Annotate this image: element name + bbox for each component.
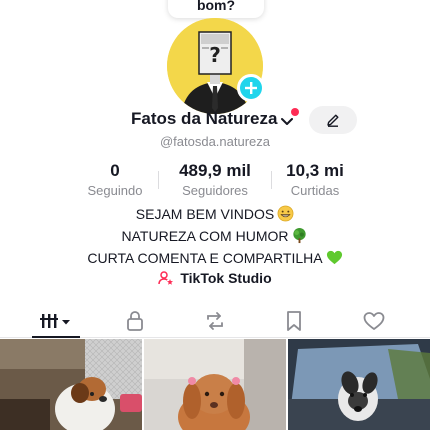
bio-line-1: SEJAM BEM VINDOS [0,205,430,227]
stat-following-value: 0 [110,161,120,180]
stat-likes[interactable]: 10,3 mi Curtidas [280,161,350,198]
stat-following-label: Seguindo [87,183,143,198]
green-heart-icon [326,249,343,271]
tab-videos[interactable] [34,308,78,334]
plus-icon [245,82,257,94]
chevron-down-icon[interactable] [281,114,293,132]
profile-bio: SEJAM BEM VINDOS NATUREZA COM HUMOR CURT… [0,205,430,271]
notification-dot [291,108,299,116]
studio-user-icon [158,271,174,285]
grinning-face-icon [277,205,294,227]
stat-following[interactable]: 0 Seguindo [80,161,150,198]
bio-line-3: CURTA COMENTA E COMPARTILHA [0,249,430,271]
edit-profile-button[interactable] [309,106,357,134]
stat-followers-label: Seguidores [182,183,248,198]
display-name: Fatos da Natureza [131,109,278,128]
video-thumbnail[interactable] [288,339,430,430]
heart-icon [363,312,385,330]
avatar[interactable]: ? [167,18,265,114]
stat-followers[interactable]: 489,9 mil Seguidores [170,161,260,198]
video-thumbnail[interactable] [144,339,286,430]
lock-icon [127,311,143,331]
stat-divider [158,171,159,189]
tab-liked[interactable] [354,308,394,334]
videos-grid-icon [40,314,70,328]
bio-line-2: NATUREZA COM HUMOR [0,227,430,249]
stat-likes-value: 10,3 mi [286,161,344,180]
profile-tabs [0,304,430,338]
tab-saved[interactable] [274,308,314,334]
tab-private[interactable] [115,308,155,334]
bio-line-3-text: CURTA COMENTA E COMPARTILHA [87,250,323,266]
active-tab-indicator [32,336,80,338]
add-avatar-button[interactable] [237,74,265,102]
repost-icon [207,312,223,330]
video-grid [0,339,430,430]
stat-divider [271,171,272,189]
profile-name-row: Fatos da Natureza [0,106,430,134]
pencil-icon [327,114,339,127]
tiktok-studio-link[interactable]: TikTok Studio [0,270,430,286]
profile-handle: @fatosda.natureza [159,134,271,149]
tab-reposts[interactable] [195,308,235,334]
tooltip-bubble: bom? [168,0,264,18]
studio-label: TikTok Studio [180,270,272,286]
tooltip-text: bom? [196,0,236,13]
bookmark-icon [287,311,301,331]
profile-stats: 0 Seguindo 489,9 mil Seguidores 10,3 mi … [0,161,430,201]
stat-likes-label: Curtidas [290,183,340,198]
bio-line-1-text: SEJAM BEM VINDOS [135,206,275,222]
stat-followers-value: 489,9 mil [179,161,251,180]
video-thumbnail[interactable] [0,339,142,430]
bio-line-2-text: NATUREZA COM HUMOR [121,228,289,244]
tree-icon [291,227,308,249]
svg-text:?: ? [209,43,221,67]
